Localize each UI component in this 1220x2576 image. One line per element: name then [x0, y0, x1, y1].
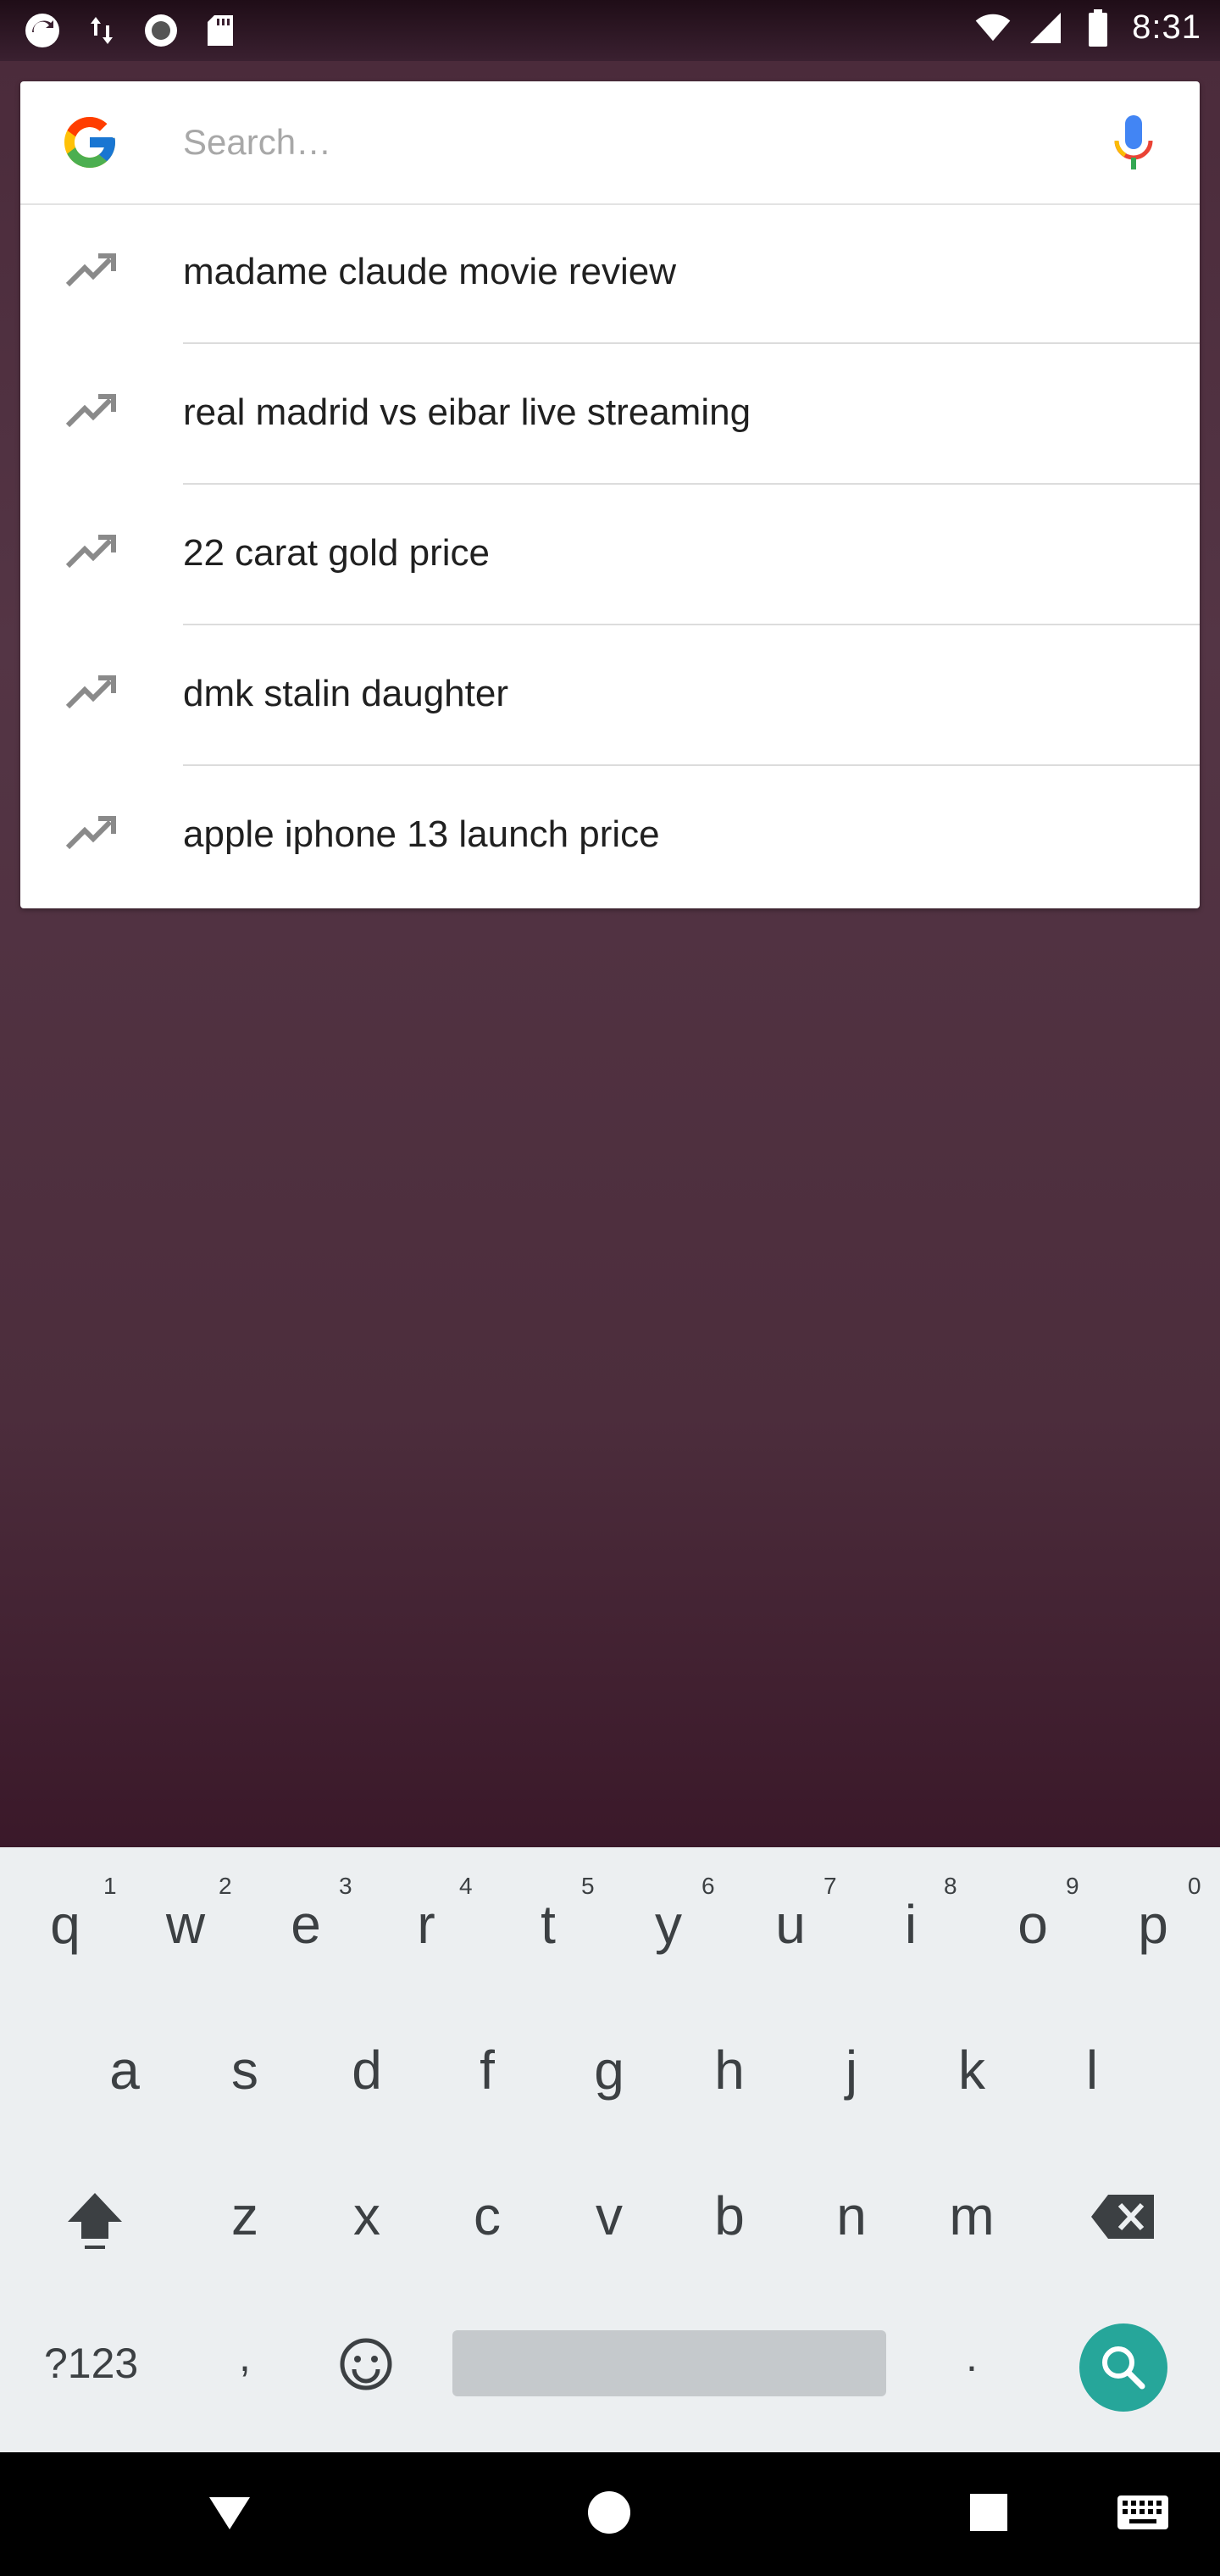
search-icon: [1102, 2346, 1145, 2390]
back-triangle-icon: [209, 2497, 250, 2529]
key-h[interactable]: h: [683, 2039, 776, 2101]
key-u[interactable]: u7: [744, 1873, 837, 1956]
key-t[interactable]: t5: [502, 1873, 595, 1956]
home-button[interactable]: [580, 2483, 639, 2542]
microphone-icon[interactable]: [1106, 114, 1161, 173]
key-s[interactable]: s: [198, 2039, 291, 2101]
key-d[interactable]: d: [320, 2039, 413, 2101]
search-key[interactable]: [1079, 2323, 1167, 2412]
trending-icon: [64, 388, 119, 436]
key-q[interactable]: q1: [19, 1873, 116, 1956]
backspace-key[interactable]: [1090, 2193, 1157, 2251]
key-f[interactable]: f: [441, 2039, 534, 2101]
key-n[interactable]: n: [805, 2185, 898, 2247]
key-hint: 4: [459, 1873, 473, 1899]
suggestion-text: apple iphone 13 launch price: [183, 813, 660, 855]
key-k[interactable]: k: [925, 2039, 1018, 2101]
key-a[interactable]: a: [78, 2039, 171, 2101]
key-c[interactable]: c: [441, 2185, 534, 2247]
key-v[interactable]: v: [563, 2185, 656, 2247]
key-w[interactable]: w2: [139, 1873, 232, 1956]
battery-icon: [1079, 8, 1117, 47]
space-key[interactable]: [452, 2330, 886, 2396]
clock: 8:31: [1132, 8, 1201, 46]
period-key[interactable]: .: [966, 2332, 978, 2381]
record-icon: [142, 12, 180, 49]
suggestion-item[interactable]: madame claude movie review: [20, 203, 1200, 344]
key-l[interactable]: l: [1045, 2039, 1139, 2101]
suggestion-text: real madrid vs eibar live streaming: [183, 391, 751, 433]
key-hint: 2: [219, 1873, 232, 1899]
navigation-bar: [0, 2452, 1220, 2576]
key-hint: 8: [944, 1873, 957, 1899]
status-bar: 8:31: [0, 0, 1220, 61]
key-m[interactable]: m: [925, 2185, 1018, 2247]
google-logo-icon: [59, 112, 120, 173]
key-i[interactable]: i8: [864, 1873, 957, 1956]
key-x[interactable]: x: [320, 2185, 413, 2247]
back-button[interactable]: [200, 2483, 259, 2542]
key-y[interactable]: y6: [622, 1873, 715, 1956]
suggestion-item[interactable]: 22 carat gold price: [20, 485, 1200, 625]
key-e[interactable]: e3: [259, 1873, 352, 1956]
key-g[interactable]: g: [563, 2039, 656, 2101]
suggestion-item[interactable]: dmk stalin daughter: [20, 625, 1200, 766]
trending-icon: [64, 810, 119, 858]
suggestion-text: madame claude movie review: [183, 251, 677, 292]
key-r[interactable]: r4: [380, 1873, 473, 1956]
key-hint: 5: [581, 1873, 595, 1899]
key-p[interactable]: p0: [1106, 1873, 1201, 1956]
key-hint: 1: [103, 1873, 117, 1899]
key-hint: 3: [339, 1873, 352, 1899]
soft-keyboard: q1 w2 e3 r4 t5 y6 u7 i8 o9 p0 a s d f g …: [0, 1847, 1220, 2452]
search-input[interactable]: [183, 124, 1030, 161]
key-o[interactable]: o9: [986, 1873, 1079, 1956]
suggestion-item[interactable]: apple iphone 13 launch price: [20, 766, 1200, 907]
sync-icon: [24, 12, 61, 49]
keyboard-icon: [1117, 2496, 1168, 2529]
key-j[interactable]: j: [805, 2039, 898, 2101]
sd-card-icon: [202, 12, 239, 49]
keyboard-switch-button[interactable]: [1113, 2483, 1173, 2542]
key-hint: 9: [1066, 1873, 1079, 1899]
key-hint: 7: [824, 1873, 837, 1899]
search-bar: [20, 81, 1200, 205]
symbols-key[interactable]: ?123: [44, 2339, 138, 2388]
suggestion-text: dmk stalin daughter: [183, 673, 508, 714]
recents-square-icon: [970, 2494, 1007, 2531]
emoji-icon: [340, 2338, 392, 2390]
emoji-key[interactable]: [337, 2335, 395, 2403]
comma-key[interactable]: ,: [239, 2332, 251, 2381]
cell-signal-icon: [1027, 9, 1064, 47]
shift-key[interactable]: [61, 2186, 129, 2264]
key-hint: 6: [702, 1873, 715, 1899]
suggestion-item[interactable]: real madrid vs eibar live streaming: [20, 344, 1200, 485]
shift-icon: [68, 2193, 122, 2249]
key-z[interactable]: z: [198, 2185, 291, 2247]
trending-icon: [64, 247, 119, 295]
trending-icon: [64, 669, 119, 717]
suggestion-text: 22 carat gold price: [183, 532, 490, 574]
search-panel: madame claude movie review real madrid v…: [20, 81, 1200, 908]
key-b[interactable]: b: [683, 2185, 776, 2247]
data-transfer-icon: [83, 12, 120, 49]
home-circle-icon: [588, 2491, 630, 2534]
trending-icon: [64, 529, 119, 576]
wifi-icon: [974, 9, 1012, 47]
recents-button[interactable]: [959, 2483, 1018, 2542]
key-hint: 0: [1188, 1873, 1201, 1899]
backspace-icon: [1091, 2195, 1154, 2239]
